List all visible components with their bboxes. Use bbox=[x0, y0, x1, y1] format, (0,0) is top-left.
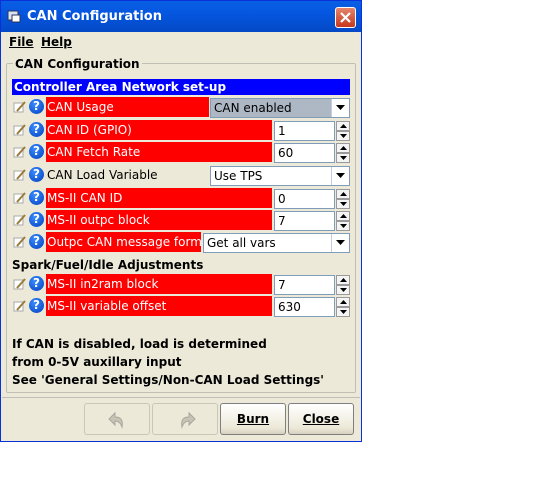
pencil-icon[interactable] bbox=[13, 277, 27, 291]
can-fetch-rate-spinner[interactable]: 60 bbox=[274, 143, 350, 163]
help-icon[interactable]: ? bbox=[29, 298, 44, 313]
spin-down-button[interactable] bbox=[336, 307, 350, 317]
pencil-icon[interactable] bbox=[13, 299, 27, 313]
window-title: CAN Configuration bbox=[27, 9, 162, 24]
ms2-outpc-block-field[interactable]: 7 bbox=[274, 211, 335, 231]
help-icon[interactable]: ? bbox=[29, 122, 44, 137]
close-button-label: Close bbox=[302, 412, 340, 426]
outpc-can-message-format-label: Outpc CAN message format bbox=[46, 232, 201, 252]
spin-down-button[interactable] bbox=[336, 199, 350, 209]
outpc-can-message-format-value: Get all vars bbox=[207, 236, 276, 250]
ms2-in2ram-block-spinner[interactable]: 7 bbox=[274, 275, 350, 295]
row-can-id: ? CAN ID (GPIO) 1 bbox=[12, 120, 350, 141]
spin-up-button[interactable] bbox=[336, 275, 350, 285]
ms2-in2ram-block-label: MS-II in2ram block bbox=[46, 274, 272, 294]
footer-divider bbox=[2, 397, 360, 398]
subsection-title: Spark/Fuel/Idle Adjustments bbox=[12, 258, 204, 272]
can-usage-label: CAN Usage bbox=[46, 97, 209, 117]
pencil-icon[interactable] bbox=[13, 100, 27, 114]
section-header: Controller Area Network set-up bbox=[12, 79, 350, 95]
menu-file[interactable]: File bbox=[9, 35, 34, 49]
ms2-variable-offset-spinner[interactable]: 630 bbox=[274, 297, 350, 317]
ms2-can-id-field[interactable]: 0 bbox=[274, 189, 335, 209]
burn-button[interactable]: Burn bbox=[220, 403, 286, 435]
pencil-icon[interactable] bbox=[13, 213, 27, 227]
spin-up-button[interactable] bbox=[336, 143, 350, 153]
can-load-variable-select[interactable]: Use TPS bbox=[210, 166, 350, 186]
can-usage-value: CAN enabled bbox=[214, 101, 292, 115]
burn-button-label: Burn bbox=[236, 412, 270, 426]
spin-up-button[interactable] bbox=[336, 121, 350, 131]
note-line: from 0-5V auxillary input bbox=[12, 355, 182, 369]
undo-icon bbox=[108, 411, 123, 429]
row-can-usage: ? CAN Usage CAN enabled bbox=[12, 97, 350, 118]
row-outpc-can-message-format: ? Outpc CAN message format Get all vars bbox=[12, 232, 350, 253]
spin-up-button[interactable] bbox=[336, 297, 350, 307]
help-icon[interactable]: ? bbox=[29, 190, 44, 205]
help-icon[interactable]: ? bbox=[29, 99, 44, 114]
can-id-spinner[interactable]: 1 bbox=[274, 121, 350, 141]
outpc-can-message-format-select[interactable]: Get all vars bbox=[203, 233, 350, 253]
can-id-label: CAN ID (GPIO) bbox=[46, 120, 272, 140]
spin-up-button[interactable] bbox=[336, 189, 350, 199]
spin-down-button[interactable] bbox=[336, 221, 350, 231]
help-icon[interactable]: ? bbox=[29, 167, 44, 182]
dropdown-arrow[interactable] bbox=[331, 167, 349, 185]
dropdown-arrow[interactable] bbox=[331, 234, 349, 252]
chevron-down-icon bbox=[336, 240, 345, 245]
pencil-icon[interactable] bbox=[13, 235, 27, 249]
note-line: If CAN is disabled, load is determined bbox=[12, 337, 267, 351]
help-icon[interactable]: ? bbox=[29, 144, 44, 159]
redo-button[interactable] bbox=[152, 403, 218, 435]
dropdown-arrow[interactable] bbox=[331, 99, 349, 117]
chevron-down-icon bbox=[336, 105, 345, 110]
ms2-outpc-block-label: MS-II outpc block bbox=[46, 210, 272, 230]
spin-down-button[interactable] bbox=[336, 131, 350, 141]
ms2-can-id-label: MS-II CAN ID bbox=[46, 188, 272, 208]
title-bar[interactable]: CAN Configuration bbox=[1, 1, 361, 32]
ms2-outpc-block-spinner[interactable]: 7 bbox=[274, 211, 350, 231]
row-ms2-outpc-block: ? MS-II outpc block 7 bbox=[12, 210, 350, 231]
redo-icon bbox=[181, 411, 196, 429]
close-window-button[interactable] bbox=[335, 7, 356, 28]
spin-down-button[interactable] bbox=[336, 285, 350, 295]
pencil-icon[interactable] bbox=[13, 145, 27, 159]
help-icon[interactable]: ? bbox=[29, 234, 44, 249]
menu-bar: File Help bbox=[1, 32, 361, 52]
spin-down-button[interactable] bbox=[336, 153, 350, 163]
note-line: See 'General Settings/Non-CAN Load Setti… bbox=[12, 373, 324, 387]
app-icon bbox=[7, 10, 21, 23]
help-icon[interactable]: ? bbox=[29, 276, 44, 291]
pencil-icon[interactable] bbox=[13, 168, 27, 182]
menu-help[interactable]: Help bbox=[41, 35, 72, 49]
ms2-in2ram-block-field[interactable]: 7 bbox=[274, 275, 335, 295]
row-ms2-variable-offset: ? MS-II variable offset 630 bbox=[12, 296, 350, 317]
can-fetch-rate-label: CAN Fetch Rate bbox=[46, 142, 272, 162]
can-config-window: CAN Configuration File Help CAN Configur… bbox=[0, 0, 362, 442]
can-load-variable-label: CAN Load Variable bbox=[47, 168, 158, 182]
ms2-can-id-spinner[interactable]: 0 bbox=[274, 189, 350, 209]
group-title: CAN Configuration bbox=[13, 57, 142, 71]
can-usage-select[interactable]: CAN enabled bbox=[210, 98, 350, 118]
spin-up-button[interactable] bbox=[336, 211, 350, 221]
close-icon bbox=[340, 12, 351, 23]
row-ms2-in2ram-block: ? MS-II in2ram block 7 bbox=[12, 274, 350, 295]
can-id-field[interactable]: 1 bbox=[274, 121, 335, 141]
row-can-load-variable: ? CAN Load Variable Use TPS bbox=[12, 165, 350, 186]
pencil-icon[interactable] bbox=[13, 123, 27, 137]
can-load-variable-value: Use TPS bbox=[214, 169, 263, 183]
help-icon[interactable]: ? bbox=[29, 212, 44, 227]
can-fetch-rate-field[interactable]: 60 bbox=[274, 143, 335, 163]
undo-button[interactable] bbox=[84, 403, 150, 435]
ms2-variable-offset-label: MS-II variable offset bbox=[46, 296, 272, 316]
close-button[interactable]: Close bbox=[288, 403, 354, 435]
ms2-variable-offset-field[interactable]: 630 bbox=[274, 297, 335, 317]
chevron-down-icon bbox=[336, 173, 345, 178]
row-ms2-can-id: ? MS-II CAN ID 0 bbox=[12, 188, 350, 209]
row-can-fetch-rate: ? CAN Fetch Rate 60 bbox=[12, 142, 350, 163]
pencil-icon[interactable] bbox=[13, 191, 27, 205]
